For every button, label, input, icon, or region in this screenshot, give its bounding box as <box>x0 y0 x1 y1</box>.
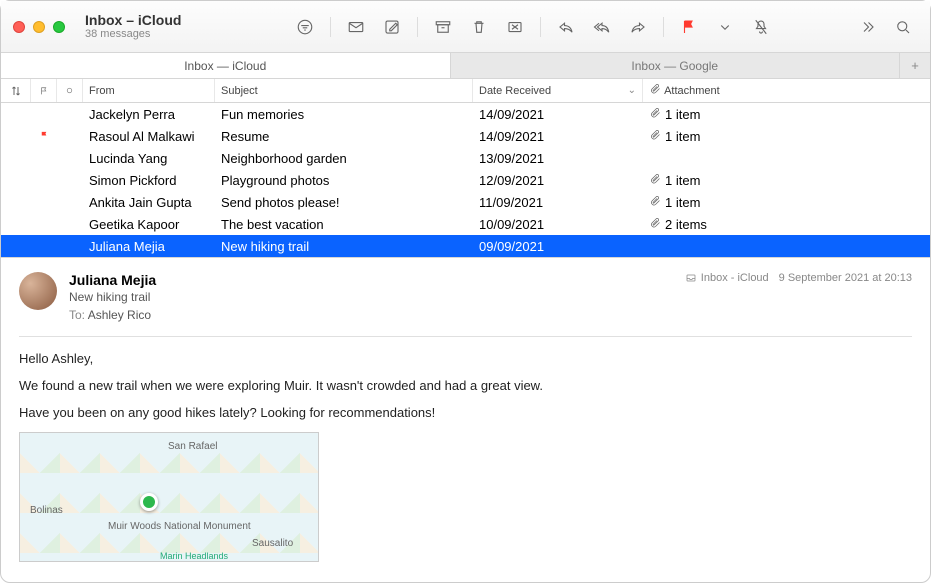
window-title: Inbox – iCloud <box>85 12 215 29</box>
row-from: Juliana Mejia <box>83 239 215 254</box>
row-date: 11/09/2021 <box>473 195 643 210</box>
mail-row[interactable]: Jackelyn PerraFun memories14/09/20211 it… <box>1 103 930 125</box>
reply-button[interactable] <box>549 13 583 41</box>
inbox-icon <box>685 272 697 284</box>
preview-mailbox[interactable]: Inbox - iCloud <box>685 272 769 284</box>
row-from: Ankita Jain Gupta <box>83 195 215 210</box>
sort-column[interactable] <box>1 79 31 102</box>
message-count: 38 messages <box>85 28 215 41</box>
forward-button[interactable] <box>621 13 655 41</box>
mailbox-tabs: Inbox — iCloud Inbox — Google + <box>1 53 930 79</box>
flag-column-header[interactable] <box>31 79 57 102</box>
flag-button[interactable] <box>672 13 706 41</box>
attachment-column-header[interactable]: Attachment <box>643 79 930 102</box>
list-header: From Subject Date Received⌄ Attachment <box>1 79 930 103</box>
row-from: Lucinda Yang <box>83 151 215 166</box>
map-label: San Rafael <box>168 441 217 452</box>
mail-row[interactable]: Lucinda YangNeighborhood garden13/09/202… <box>1 147 930 169</box>
paperclip-icon <box>649 195 661 210</box>
to-label: To: <box>69 308 85 322</box>
row-date: 13/09/2021 <box>473 151 643 166</box>
paperclip-icon <box>649 83 661 98</box>
row-from: Simon Pickford <box>83 173 215 188</box>
archive-button[interactable] <box>426 13 460 41</box>
row-date: 12/09/2021 <box>473 173 643 188</box>
mute-button[interactable] <box>744 13 778 41</box>
row-attachment: 1 item <box>643 107 930 122</box>
map-attachment[interactable]: San Rafael Muir Woods National Monument … <box>19 432 319 562</box>
date-column-header[interactable]: Date Received⌄ <box>473 79 643 102</box>
row-subject: New hiking trail <box>215 239 473 254</box>
more-toolbar-button[interactable] <box>850 13 884 41</box>
row-date: 14/09/2021 <box>473 107 643 122</box>
paperclip-icon <box>649 129 661 144</box>
map-pin-icon <box>140 493 158 511</box>
close-window-button[interactable] <box>13 21 25 33</box>
window-controls <box>13 21 65 33</box>
row-subject: Playground photos <box>215 173 473 188</box>
delete-button[interactable] <box>462 13 496 41</box>
preview-recipient: Ashley Rico <box>88 308 151 322</box>
paperclip-icon <box>649 173 661 188</box>
from-column-header[interactable]: From <box>83 79 215 102</box>
row-subject: Send photos please! <box>215 195 473 210</box>
reply-all-button[interactable] <box>585 13 619 41</box>
row-from: Geetika Kapoor <box>83 217 215 232</box>
filter-button[interactable] <box>288 13 322 41</box>
mail-list: Jackelyn PerraFun memories14/09/20211 it… <box>1 103 930 257</box>
mail-row[interactable]: Ankita Jain GuptaSend photos please!11/0… <box>1 191 930 213</box>
row-from: Jackelyn Perra <box>83 107 215 122</box>
tab-google[interactable]: Inbox — Google <box>451 53 901 78</box>
row-attachment: 2 items <box>643 217 930 232</box>
add-tab-button[interactable]: + <box>900 53 930 78</box>
tab-icloud[interactable]: Inbox — iCloud <box>1 53 451 78</box>
read-status-column-header[interactable] <box>57 79 83 102</box>
body-paragraph: Hello Ashley, <box>19 351 912 366</box>
preview-subject: New hiking trail <box>69 290 673 304</box>
row-subject: Fun memories <box>215 107 473 122</box>
map-label: Sausalito <box>252 538 293 549</box>
paperclip-icon <box>649 107 661 122</box>
compose-button[interactable] <box>375 13 409 41</box>
preview-body: Hello Ashley, We found a new trail when w… <box>19 351 912 420</box>
row-attachment: 1 item <box>643 195 930 210</box>
mail-row[interactable]: Juliana MejiaNew hiking trail09/09/2021 <box>1 235 930 257</box>
map-label: Bolinas <box>30 505 63 516</box>
row-attachment: 1 item <box>643 173 930 188</box>
minimize-window-button[interactable] <box>33 21 45 33</box>
row-date: 10/09/2021 <box>473 217 643 232</box>
preview-to-line: To: Ashley Rico <box>69 308 673 322</box>
row-from: Rasoul Al Malkawi <box>83 129 215 144</box>
row-subject: Resume <box>215 129 473 144</box>
flag-icon <box>39 129 50 144</box>
avatar <box>19 272 57 310</box>
paperclip-icon <box>649 217 661 232</box>
row-subject: The best vacation <box>215 217 473 232</box>
zoom-window-button[interactable] <box>53 21 65 33</box>
body-paragraph: We found a new trail when we were explor… <box>19 378 912 393</box>
title-block: Inbox – iCloud 38 messages <box>85 12 215 42</box>
flag-menu-chevron-icon[interactable] <box>708 13 742 41</box>
search-button[interactable] <box>886 13 920 41</box>
preview-timestamp: 9 September 2021 at 20:13 <box>779 272 912 284</box>
row-date: 09/09/2021 <box>473 239 643 254</box>
titlebar: Inbox – iCloud 38 messages <box>1 1 930 53</box>
map-label: Marin Headlands <box>160 551 228 561</box>
preview-sender: Juliana Mejia <box>69 272 673 288</box>
mail-row[interactable]: Rasoul Al MalkawiResume14/09/20211 item <box>1 125 930 147</box>
envelope-icon[interactable] <box>339 13 373 41</box>
junk-button[interactable] <box>498 13 532 41</box>
subject-column-header[interactable]: Subject <box>215 79 473 102</box>
row-subject: Neighborhood garden <box>215 151 473 166</box>
chevron-down-icon: ⌄ <box>628 85 636 96</box>
row-date: 14/09/2021 <box>473 129 643 144</box>
map-label: Muir Woods National Monument <box>108 521 251 532</box>
mail-row[interactable]: Simon PickfordPlayground photos12/09/202… <box>1 169 930 191</box>
body-paragraph: Have you been on any good hikes lately? … <box>19 405 912 420</box>
row-attachment: 1 item <box>643 129 930 144</box>
mail-row[interactable]: Geetika KapoorThe best vacation10/09/202… <box>1 213 930 235</box>
toolbar <box>223 13 842 41</box>
preview-pane: Juliana Mejia New hiking trail To: Ashle… <box>1 257 930 582</box>
